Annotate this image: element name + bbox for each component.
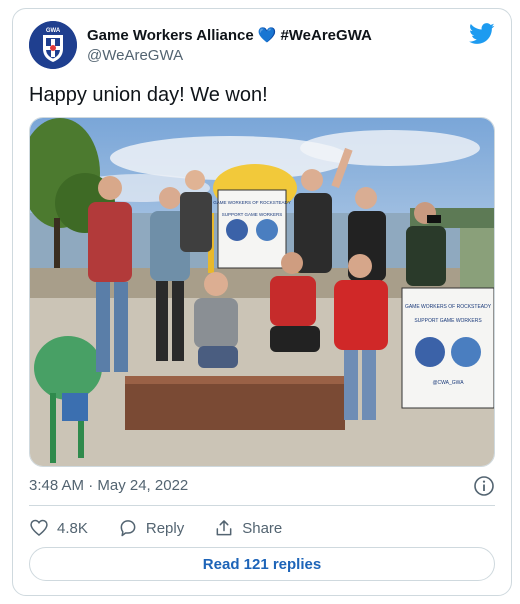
reply-button[interactable]: Reply (118, 518, 184, 538)
tweet-header: GWA Game Workers Alliance 💙 #WeAreGWA @W… (29, 21, 495, 71)
display-name[interactable]: Game Workers Alliance 💙 #WeAreGWA (87, 27, 372, 44)
tweet-photo[interactable]: GAME WORKERS OF ROCKSTEADY SUPPORT GAME … (29, 117, 495, 467)
divider (29, 505, 495, 506)
heart-icon (30, 519, 48, 537)
blue-heart-icon: 💙 (257, 27, 277, 44)
info-icon[interactable] (473, 475, 495, 497)
sign-left-line-1: GAME WORKERS OF ROCKSTEADY (213, 200, 291, 205)
sign-left-line-2: SUPPORT GAME WORKERS (222, 212, 283, 217)
timestamp-row: 3:48 AM · May 24, 2022 (29, 475, 495, 499)
tweet-actions: 4.8K Reply Share (29, 515, 282, 541)
tweet-text: Happy union day! We won! (29, 84, 268, 106)
account-names: Game Workers Alliance 💙 #WeAreGWA @WeAre… (87, 27, 372, 64)
shield-badge-icon: GWA (29, 21, 77, 69)
avatar[interactable]: GWA (29, 21, 77, 69)
share-button[interactable]: Share (214, 518, 282, 538)
read-replies-button[interactable]: Read 121 replies (29, 547, 495, 581)
account-handle[interactable]: @WeAreGWA (87, 47, 372, 64)
like-button[interactable]: 4.8K (29, 518, 88, 538)
sign-right-line-2: SUPPORT GAME WORKERS (414, 318, 482, 324)
reply-label: Reply (145, 519, 185, 537)
like-count: 4.8K (57, 519, 88, 537)
avatar-label: GWA (46, 28, 61, 34)
sign-right-line-3: @CWA_GWA (432, 380, 464, 386)
sign-right-line-1: GAME WORKERS OF ROCKSTEADY (405, 304, 492, 310)
account-hashtag: #WeAreGWA (280, 27, 372, 44)
share-icon (216, 520, 232, 536)
group-photo: GAME WORKERS OF ROCKSTEADY SUPPORT GAME … (30, 118, 494, 466)
share-label: Share (242, 519, 283, 537)
reply-bubble-icon (120, 520, 136, 537)
account-name: Game Workers Alliance (87, 27, 254, 44)
twitter-bird-icon[interactable] (469, 23, 495, 45)
tweet-card: GWA Game Workers Alliance 💙 #WeAreGWA @W… (12, 8, 512, 596)
tweet-timestamp[interactable]: 3:48 AM · May 24, 2022 (29, 477, 188, 494)
